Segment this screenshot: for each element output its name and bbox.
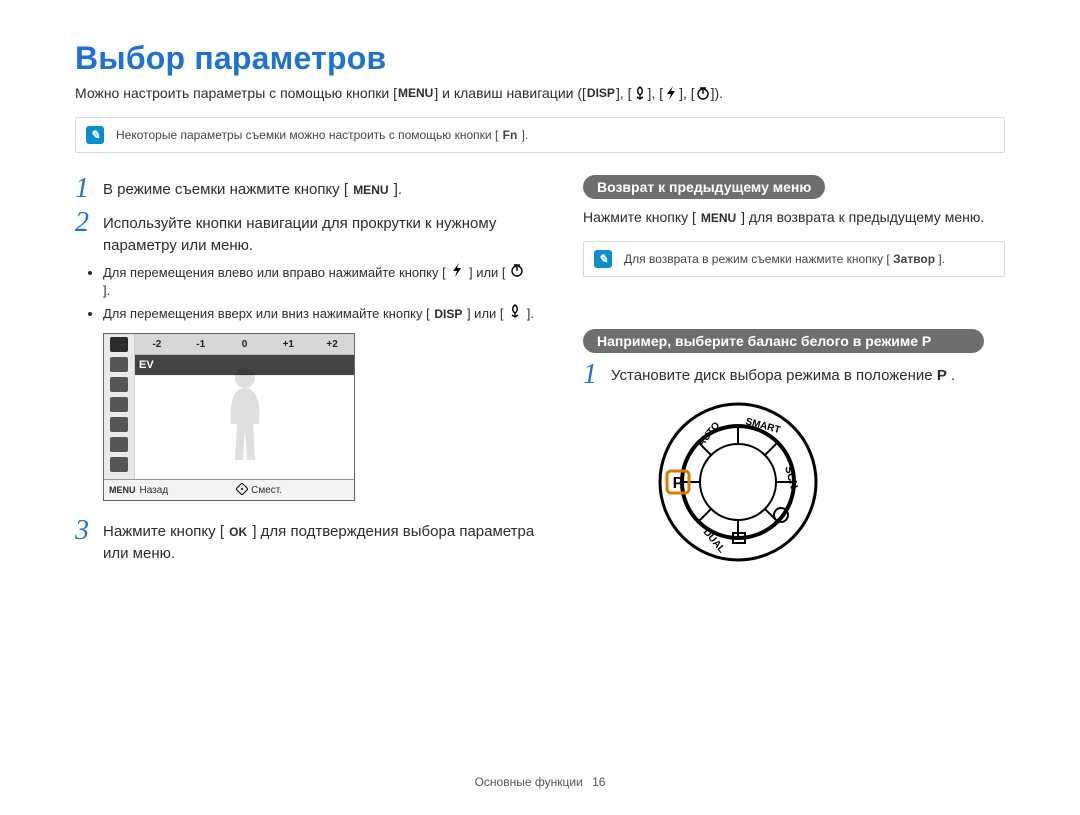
lcd-bottom-bar: MENU Назад Смест. xyxy=(104,479,354,500)
disp-button-label: DISP xyxy=(586,86,616,100)
b2-pre: Для перемещения вверх или вниз нажимайте… xyxy=(103,306,430,321)
rstep1-post: . xyxy=(951,367,955,384)
s1-pre: В режиме съемки нажмите кнопку [ xyxy=(103,181,348,198)
step-number: 1 xyxy=(583,361,611,389)
rstep1-pre: Установите диск выбора режима в положени… xyxy=(611,367,937,384)
info-icon: ✎ xyxy=(86,126,104,144)
step-body: Установите диск выбора режима в положени… xyxy=(611,361,955,389)
lcd-side-icon xyxy=(110,377,128,392)
tip2-post: ]. xyxy=(938,252,945,266)
lcd-side-icon xyxy=(110,397,128,412)
lcd-move-text: Смест. xyxy=(251,485,282,496)
ev-tick: -1 xyxy=(179,339,223,350)
p1-post: ] для возврата к предыдущему меню. xyxy=(741,209,984,225)
mode-p-label: P xyxy=(937,367,947,384)
step-number: 1 xyxy=(75,175,103,203)
flash-icon xyxy=(663,86,679,100)
s3-pre: Нажмите кнопку [ xyxy=(103,523,224,540)
step-1: 1 В режиме съемки нажмите кнопку [ MENU … xyxy=(75,175,535,203)
right-column: Возврат к предыдущему меню Нажмите кнопк… xyxy=(583,175,1005,572)
b1-mid: ] или [ xyxy=(469,265,506,280)
macro-icon xyxy=(507,304,523,318)
manual-page: Выбор параметров Можно настроить парамет… xyxy=(0,0,1080,815)
lcd-side-icon xyxy=(110,457,128,472)
p1-pre: Нажмите кнопку [ xyxy=(583,209,696,225)
timer-icon xyxy=(509,263,525,277)
page-title: Выбор параметров xyxy=(75,40,1005,77)
subheading-return: Возврат к предыдущему меню xyxy=(583,175,825,199)
intro-part2: ] и клавиш навигации ([ xyxy=(434,85,586,101)
lcd-back: MENU Назад xyxy=(108,483,168,497)
timer-icon xyxy=(695,86,711,100)
menu-button-label: MENU xyxy=(700,211,737,225)
intro-text: Можно настроить параметры с помощью кноп… xyxy=(75,85,1005,101)
step2-bullets: Для перемещения влево или вправо нажимай… xyxy=(75,263,535,324)
person-silhouette-icon xyxy=(215,364,275,464)
lcd-main: -2 -1 0 +1 +2 EV xyxy=(135,334,354,479)
step-body: Нажмите кнопку [ OK ] для подтверждения … xyxy=(103,517,535,565)
lcd-side-icon xyxy=(110,337,128,352)
camera-lcd-preview: -2 -1 0 +1 +2 EV xyxy=(103,333,355,501)
ev-tick: 0 xyxy=(223,339,267,350)
intro-end: ]). xyxy=(711,85,723,101)
info-icon: ✎ xyxy=(594,250,612,268)
left-column: 1 В режиме съемки нажмите кнопку [ MENU … xyxy=(75,175,535,572)
b2-post: ]. xyxy=(527,306,534,321)
right-step-1: 1 Установите диск выбора режима в положе… xyxy=(583,361,1005,389)
step-body: В режиме съемки нажмите кнопку [ MENU ]. xyxy=(103,175,402,203)
mode-dial-illustration: P AUTO SMART SCN DUAL xyxy=(653,397,1005,572)
lcd-side-icon xyxy=(110,417,128,432)
intro-part1: Можно настроить параметры с помощью кноп… xyxy=(75,85,397,101)
ev-tick: +2 xyxy=(310,339,354,350)
step-number: 2 xyxy=(75,209,103,257)
ev-tick: +1 xyxy=(266,339,310,350)
step-number: 3 xyxy=(75,517,103,565)
lcd-move: Смест. xyxy=(168,483,350,498)
lcd-top: -2 -1 0 +1 +2 EV xyxy=(104,334,354,479)
b1-pre: Для перемещения влево или вправо нажимай… xyxy=(103,265,446,280)
intro-mid3: ], [ xyxy=(679,85,695,101)
intro-mid2: ], [ xyxy=(648,85,664,101)
bullet-item: Для перемещения вверх или вниз нажимайте… xyxy=(103,304,535,323)
tip2-pre: Для возврата в режим съемки нажмите кноп… xyxy=(624,252,890,266)
s1-post: ]. xyxy=(394,181,402,198)
dial-p-text: P xyxy=(673,475,684,492)
menu-button-label: MENU xyxy=(397,86,434,100)
shutter-label: Затвор xyxy=(893,252,935,266)
footer-section: Основные функции xyxy=(475,775,583,789)
lcd-side-icon xyxy=(110,437,128,452)
page-footer: Основные функции 16 xyxy=(0,775,1080,789)
nav-diamond-icon xyxy=(236,483,248,498)
menu-button-label: MENU xyxy=(352,183,389,197)
ev-label: EV xyxy=(135,359,154,371)
b1-post: ]. xyxy=(103,283,110,298)
lcd-back-text: Назад xyxy=(140,485,169,496)
fn-button-label: Fn xyxy=(502,128,519,142)
intro-mid1: ], [ xyxy=(616,85,632,101)
step-3: 3 Нажмите кнопку [ OK ] для подтверждени… xyxy=(75,517,535,565)
tip1-post: ]. xyxy=(522,128,529,142)
disp-button-label: DISP xyxy=(433,307,463,321)
lcd-side-icon xyxy=(110,357,128,372)
ev-tick: -2 xyxy=(135,339,179,350)
b2-mid: ] или [ xyxy=(467,306,504,321)
flash-icon xyxy=(449,263,465,277)
page-number: 16 xyxy=(592,775,605,789)
subheading-example: Например, выберите баланс белого в режим… xyxy=(583,329,984,353)
content-columns: 1 В режиме съемки нажмите кнопку [ MENU … xyxy=(75,175,1005,572)
menu-small-label: MENU xyxy=(108,483,137,497)
step-2: 2 Используйте кнопки навигации для прокр… xyxy=(75,209,535,257)
ev-scale: -2 -1 0 +1 +2 xyxy=(135,334,354,355)
tip-note-1: ✎ Некоторые параметры съемки можно настр… xyxy=(75,117,1005,153)
bullet-item: Для перемещения влево или вправо нажимай… xyxy=(103,263,535,300)
tip1-pre: Некоторые параметры съемки можно настрои… xyxy=(116,128,498,142)
tip-note-2: ✎ Для возврата в режим съемки нажмите кн… xyxy=(583,241,1005,277)
macro-icon xyxy=(632,86,648,100)
return-paragraph: Нажмите кнопку [ MENU ] для возврата к п… xyxy=(583,207,1005,227)
lcd-sidebar xyxy=(104,334,135,479)
step-body: Используйте кнопки навигации для прокрут… xyxy=(103,209,535,257)
ok-button-label: OK xyxy=(228,525,248,539)
